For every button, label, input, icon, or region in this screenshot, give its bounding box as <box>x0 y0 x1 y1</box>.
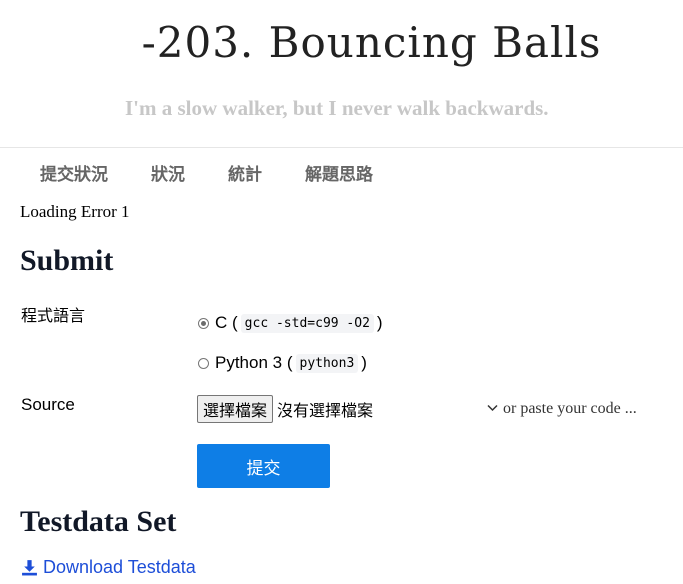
header-divider <box>0 147 683 148</box>
radio-c[interactable] <box>198 317 209 329</box>
submit-heading: Submit <box>20 244 114 277</box>
nav-item-submissions[interactable]: 提交狀況 <box>40 160 108 185</box>
site-tagline: I'm a slow walker, but I never walk back… <box>125 96 549 120</box>
loading-error-text: Loading Error 1 <box>20 202 130 221</box>
download-testdata-link[interactable]: Download Testdata <box>21 557 196 578</box>
radio-python3[interactable] <box>198 357 209 369</box>
language-command-python3: python3 <box>295 353 359 373</box>
file-status-text: 沒有選擇檔案 <box>277 401 374 420</box>
testdata-heading: Testdata Set <box>20 505 177 538</box>
nav-item-status[interactable]: 狀況 <box>151 160 185 185</box>
paren-open: ( <box>227 313 238 332</box>
chevron-down-icon <box>487 404 498 412</box>
language-option-c[interactable]: C ( gcc -std=c99 -O2 ) <box>198 313 383 333</box>
download-testdata-label: Download Testdata <box>43 557 196 577</box>
language-label: 程式語言 <box>21 306 86 325</box>
paste-code-toggle[interactable]: or paste your code ... <box>487 400 637 418</box>
paste-code-label: or paste your code ... <box>503 400 637 417</box>
site-title: -203. Bouncing Balls <box>0 18 683 67</box>
language-name-c: C <box>215 313 228 332</box>
language-command-c: gcc -std=c99 -O2 <box>240 313 374 333</box>
site-title-text: -203. Bouncing Balls <box>141 18 602 67</box>
nav-item-solution[interactable]: 解題思路 <box>305 160 373 185</box>
main-nav: 提交狀況 狀況 統計 解題思路 <box>40 160 416 185</box>
file-input[interactable]: 選擇檔案 沒有選擇檔案 <box>197 395 373 423</box>
choose-file-button[interactable]: 選擇檔案 <box>197 395 274 423</box>
paren-open: ( <box>282 353 293 372</box>
submit-button[interactable]: 提交 <box>197 444 330 488</box>
paren-close: ) <box>361 353 367 372</box>
language-name-python3: Python 3 <box>215 353 283 372</box>
download-icon <box>22 560 37 576</box>
paren-close: ) <box>376 313 383 332</box>
page: -203. Bouncing Balls I'm a slow walker, … <box>0 0 683 584</box>
language-option-python3[interactable]: Python 3 ( python3 ) <box>198 353 367 373</box>
nav-item-statistics[interactable]: 統計 <box>228 160 262 185</box>
source-label: Source <box>21 395 75 414</box>
